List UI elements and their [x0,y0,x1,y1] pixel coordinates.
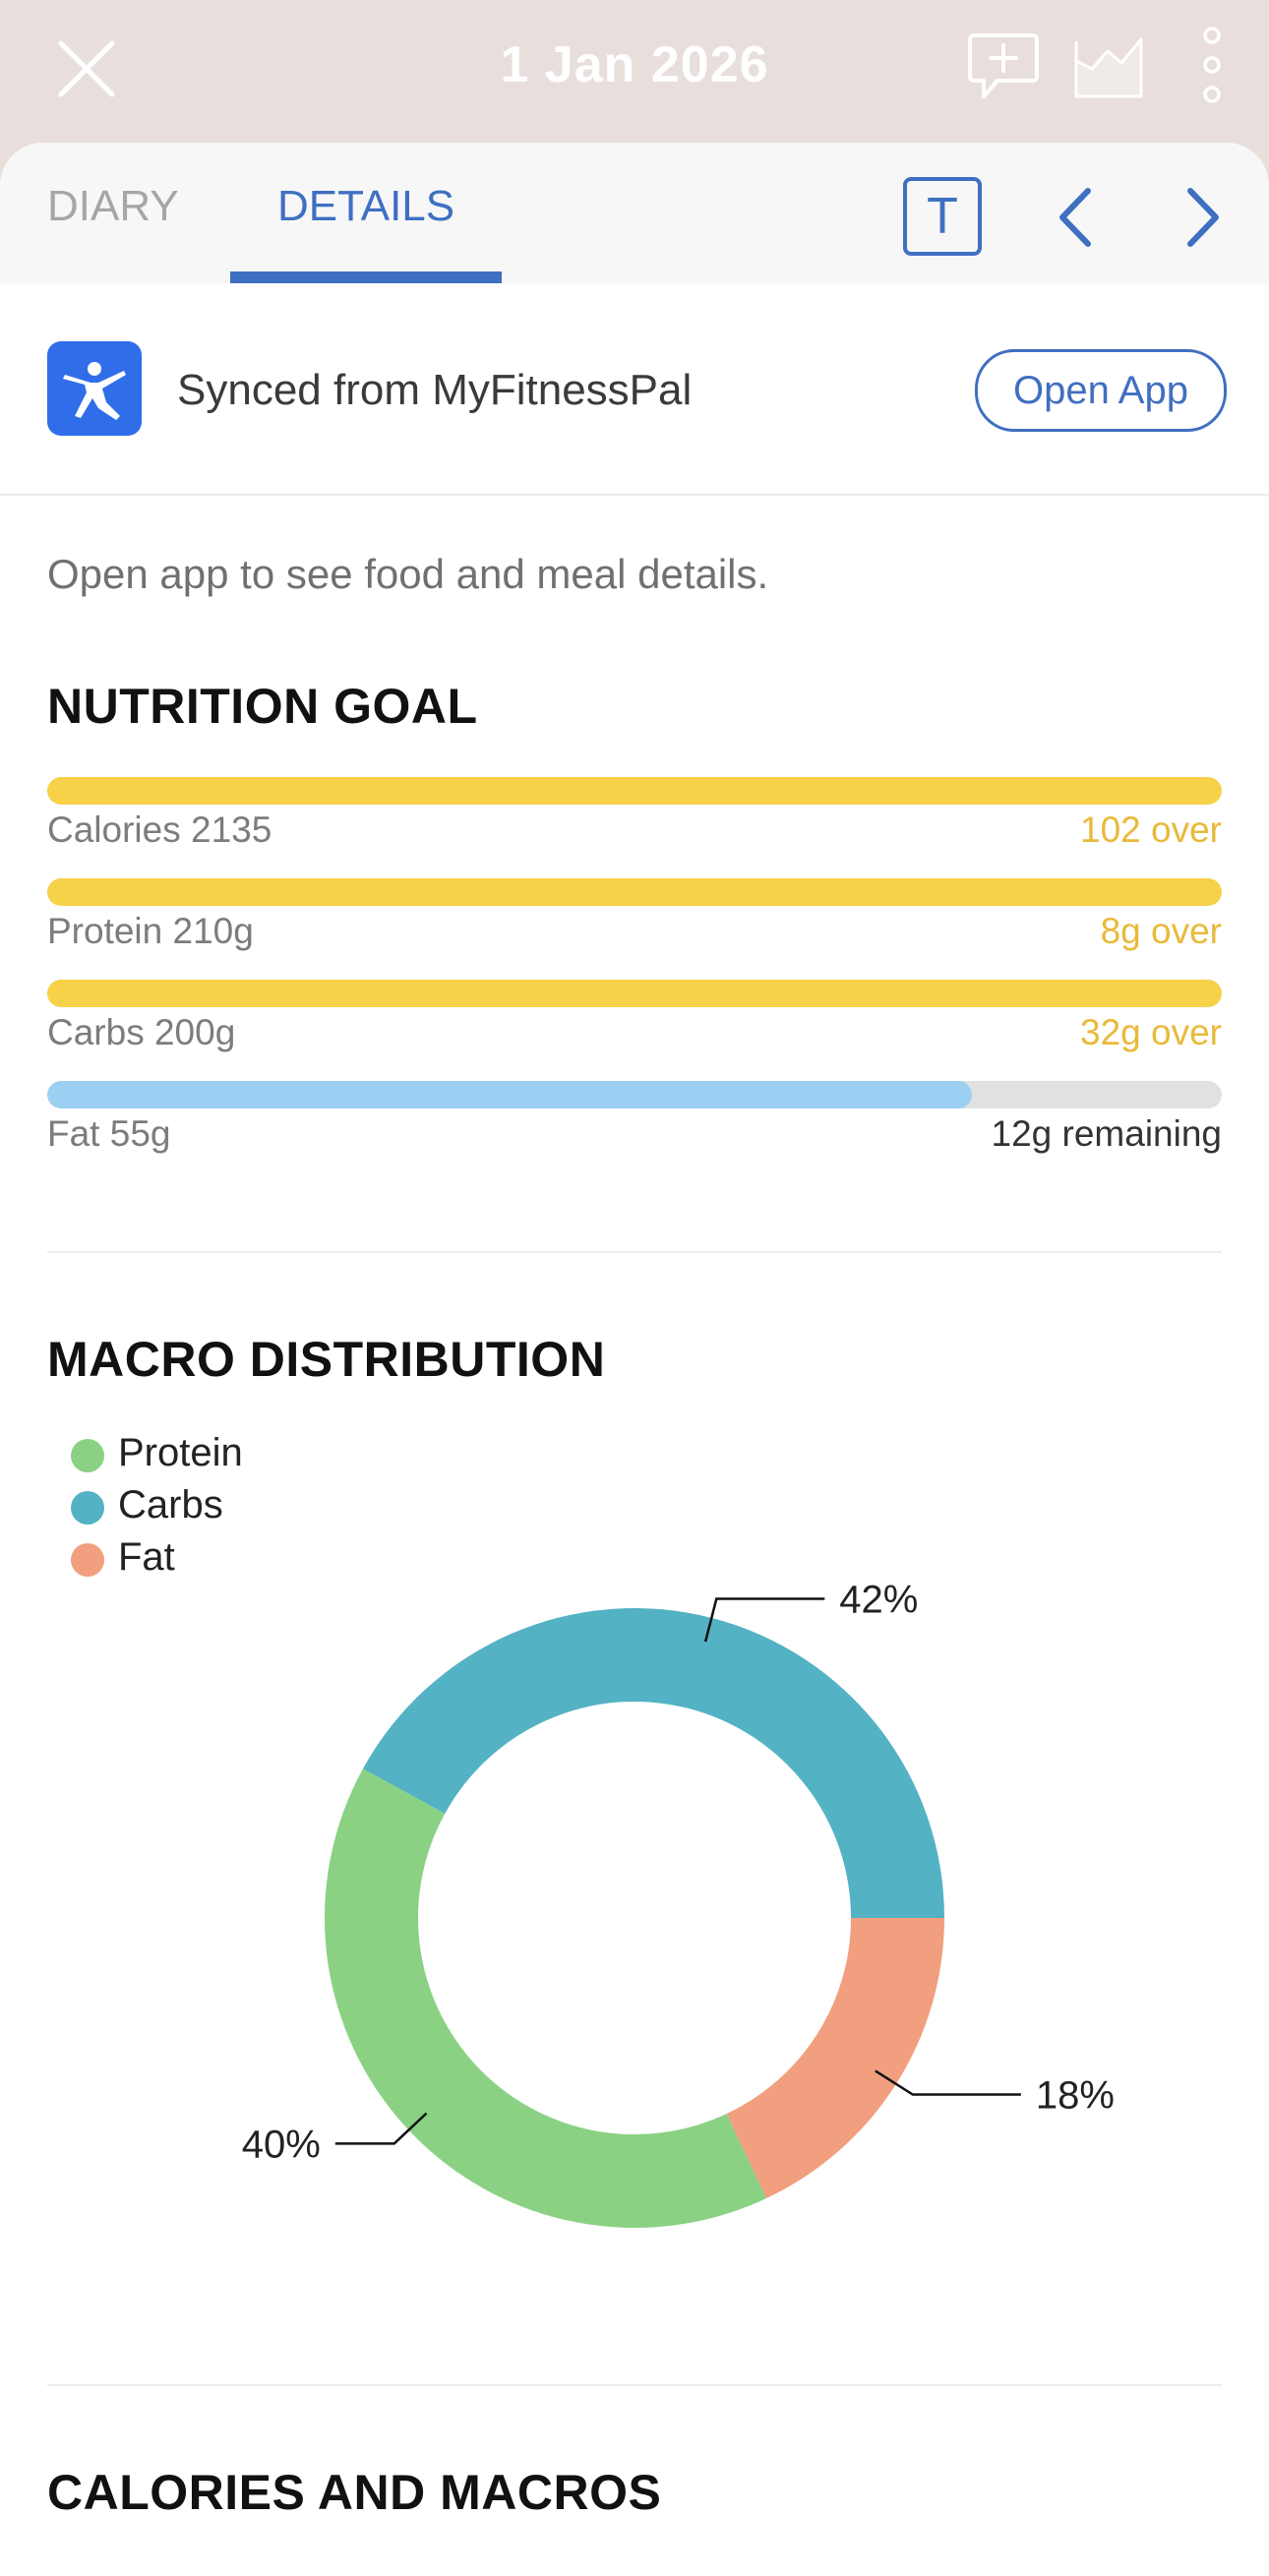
open-app-button[interactable]: Open App [975,349,1227,432]
goal-status: 12g remaining [991,1113,1222,1154]
legend-swatch [71,1439,104,1472]
hint-text: Open app to see food and meal details. [47,551,769,597]
chart-icon[interactable] [1072,31,1145,100]
progress-track [47,777,1222,805]
text-toggle-label: T [927,188,958,245]
text-toggle-button[interactable]: T [903,177,982,256]
progress-track [47,1081,1222,1108]
macro-donut-chart: 42% 40% 18% [242,1579,1115,2228]
calories-and-macros-title: CALORIES AND MACROS [47,2465,662,2520]
tab-bar: DIARY DETAILS T [0,143,1269,283]
progress-fill [47,1081,972,1108]
data-label-protein: 40% [242,2123,321,2166]
add-comment-icon[interactable] [966,31,1041,102]
section-divider [47,1251,1222,1253]
goal-status: 32g over [1080,1012,1222,1052]
macro-distribution-title: MACRO DISTRIBUTION [47,1332,606,1387]
more-vertical-icon[interactable] [1198,26,1226,104]
goal-label: Protein 210g [47,911,254,951]
goal-label: Fat 55g [47,1113,171,1154]
progress-fill [47,980,1222,1007]
goal-label: Calories 2135 [47,809,272,850]
donut-slice-carbs [362,1608,945,1918]
data-label-fat: 18% [1036,2074,1115,2118]
tab-details[interactable]: DETAILS [277,182,454,231]
runner-icon [63,362,126,420]
goal-status: 8g over [1100,911,1222,951]
sync-status-text: Synced from MyFitnessPal [177,366,693,414]
progress-track [47,878,1222,906]
myfitnesspal-logo [47,341,142,436]
nutrition-goal-title: NUTRITION GOAL [47,679,478,734]
legend-label: Protein [118,1431,243,1474]
donut-slice-protein [325,1768,767,2228]
previous-chevron-icon[interactable] [1055,187,1094,248]
data-label-carbs: 42% [839,1579,918,1622]
section-divider [47,2384,1222,2386]
tab-diary[interactable]: DIARY [47,182,179,231]
progress-fill [47,878,1222,906]
top-bar: 1 Jan 2026 [0,0,1269,143]
progress-fill [47,777,1222,805]
donut-slice-fat [726,1918,944,2199]
progress-track [47,980,1222,1007]
goal-label: Carbs 200g [47,1012,236,1052]
goal-status: 102 over [1080,809,1222,850]
active-tab-indicator [230,271,502,283]
next-chevron-icon[interactable] [1184,187,1224,248]
